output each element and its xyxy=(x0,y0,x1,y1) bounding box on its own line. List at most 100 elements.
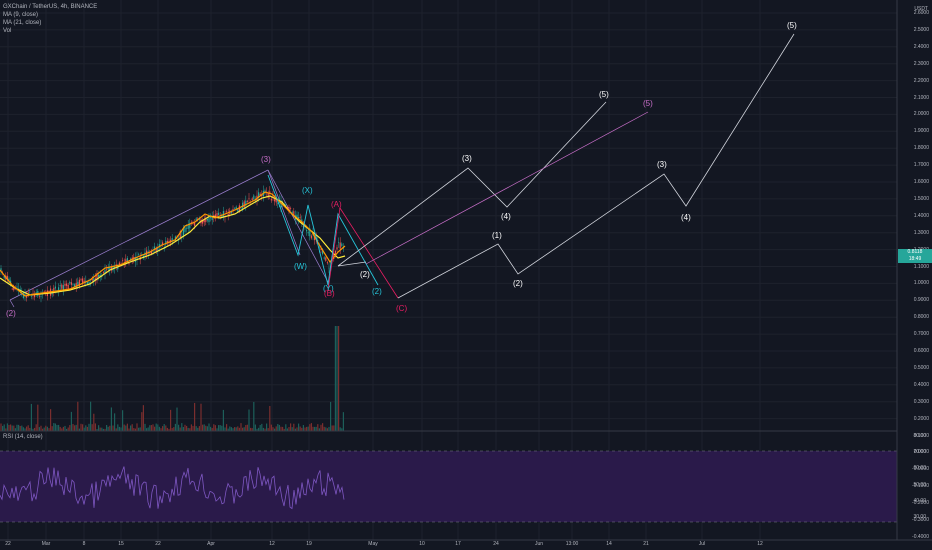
volume-bar xyxy=(190,424,192,431)
wave-label: (4) xyxy=(501,212,511,221)
volume-bar xyxy=(8,424,10,431)
volume-bar xyxy=(162,426,164,431)
wave-label: (A) xyxy=(331,200,342,209)
price-tick: 0.6000 xyxy=(913,348,929,354)
price-tick: 2.5000 xyxy=(913,26,929,33)
volume-bar xyxy=(64,425,66,431)
candle-body xyxy=(187,225,189,229)
rsi-tick: 60.00 xyxy=(913,465,926,472)
volume-bar xyxy=(82,424,84,431)
volume-bar xyxy=(245,425,247,431)
volume-bar xyxy=(150,425,152,431)
wave-label: (2) xyxy=(513,279,523,288)
volume-bar xyxy=(221,425,223,431)
volume-bar xyxy=(157,424,159,431)
candle-body xyxy=(339,242,341,249)
candle-body xyxy=(43,291,45,293)
volume-bar xyxy=(195,426,197,431)
volume-bar xyxy=(40,425,42,431)
price-tick: 1.8000 xyxy=(913,145,929,152)
volume-bar xyxy=(214,425,216,431)
candle-body xyxy=(54,286,56,289)
volume-bar xyxy=(285,424,287,431)
volume-bar xyxy=(136,423,138,431)
volume-bar xyxy=(122,410,124,431)
wave-label: (2) xyxy=(6,309,16,318)
candle-body xyxy=(240,207,242,209)
wave-label: (2) xyxy=(372,287,382,296)
volume-bar xyxy=(69,425,71,431)
volume-bar xyxy=(56,424,58,431)
price-tick: 0.4000 xyxy=(913,381,929,388)
abc-correction-path xyxy=(327,206,399,299)
candle-body xyxy=(274,199,276,202)
indicator-volume[interactable]: Vol xyxy=(3,28,11,34)
volume-bar xyxy=(90,401,92,431)
candle-body xyxy=(285,204,287,206)
indicator-ma-9[interactable]: MA (9, close) xyxy=(3,12,38,18)
volume-bar xyxy=(2,425,4,431)
volume-bar xyxy=(219,425,221,431)
indicator-rsi[interactable]: RSI (14, close) xyxy=(3,434,43,440)
volume-bar xyxy=(74,425,76,431)
candle-body xyxy=(299,216,301,218)
time-tick: 12 xyxy=(757,541,763,547)
candle-body xyxy=(40,296,42,297)
volume-bar xyxy=(158,426,160,431)
candle-body xyxy=(253,195,255,200)
volume-bar xyxy=(194,402,196,431)
volume-bar xyxy=(43,427,45,431)
volume-bars xyxy=(0,326,344,431)
indicator-ma-21[interactable]: MA (21, close) xyxy=(3,20,41,26)
volume-bar xyxy=(141,412,143,431)
price-tick: 2.4000 xyxy=(913,43,929,50)
price-tick: 2.1000 xyxy=(913,94,929,101)
symbol-title[interactable]: GXChain / TetherUS, 4h, BINANCE xyxy=(3,4,97,10)
volume-bar xyxy=(38,427,40,431)
candle-body xyxy=(326,262,328,264)
volume-bar xyxy=(120,427,122,431)
candle-body xyxy=(88,281,90,284)
price-tick: 1.6000 xyxy=(913,179,929,185)
time-tick: Apr xyxy=(207,541,215,547)
price-tick: 1.3000 xyxy=(913,229,929,236)
volume-bar xyxy=(37,404,39,431)
volume-bar xyxy=(275,426,277,431)
volume-bar xyxy=(246,424,248,431)
volume-bar xyxy=(51,426,53,431)
time-tick: 22 xyxy=(5,541,11,547)
volume-bar xyxy=(173,427,175,431)
volume-bar xyxy=(139,427,141,431)
current-price-badge: 0.8118 xyxy=(898,249,932,256)
volume-bar xyxy=(302,425,304,431)
volume-bar xyxy=(45,425,47,431)
time-tick: 10 xyxy=(419,541,425,547)
volume-bar xyxy=(30,403,32,431)
candle-body xyxy=(98,274,100,277)
ma-21-line xyxy=(0,195,346,296)
volume-bar xyxy=(22,427,24,431)
candle-body xyxy=(306,229,308,232)
volume-bar xyxy=(165,425,167,431)
volume-bar xyxy=(10,424,12,431)
price-tick: 1.9000 xyxy=(913,128,929,135)
volume-bar xyxy=(154,426,156,431)
chart-canvas[interactable] xyxy=(0,0,932,550)
candle-body xyxy=(69,282,71,284)
candle-body xyxy=(336,247,338,250)
volume-bar xyxy=(304,427,306,431)
volume-bar xyxy=(243,427,245,431)
volume-bar xyxy=(110,407,112,431)
volume-bar xyxy=(315,426,317,431)
volume-bar xyxy=(208,423,210,431)
volume-bar xyxy=(112,425,114,431)
volume-bar xyxy=(338,326,340,431)
price-tick: 0.8000 xyxy=(913,314,929,321)
volume-bar xyxy=(131,424,133,431)
candle-body xyxy=(126,258,128,261)
volume-bar xyxy=(86,426,88,431)
candle-body xyxy=(125,259,127,262)
volume-bar xyxy=(235,427,237,431)
volume-bar xyxy=(186,425,188,431)
candle-body xyxy=(61,284,63,289)
